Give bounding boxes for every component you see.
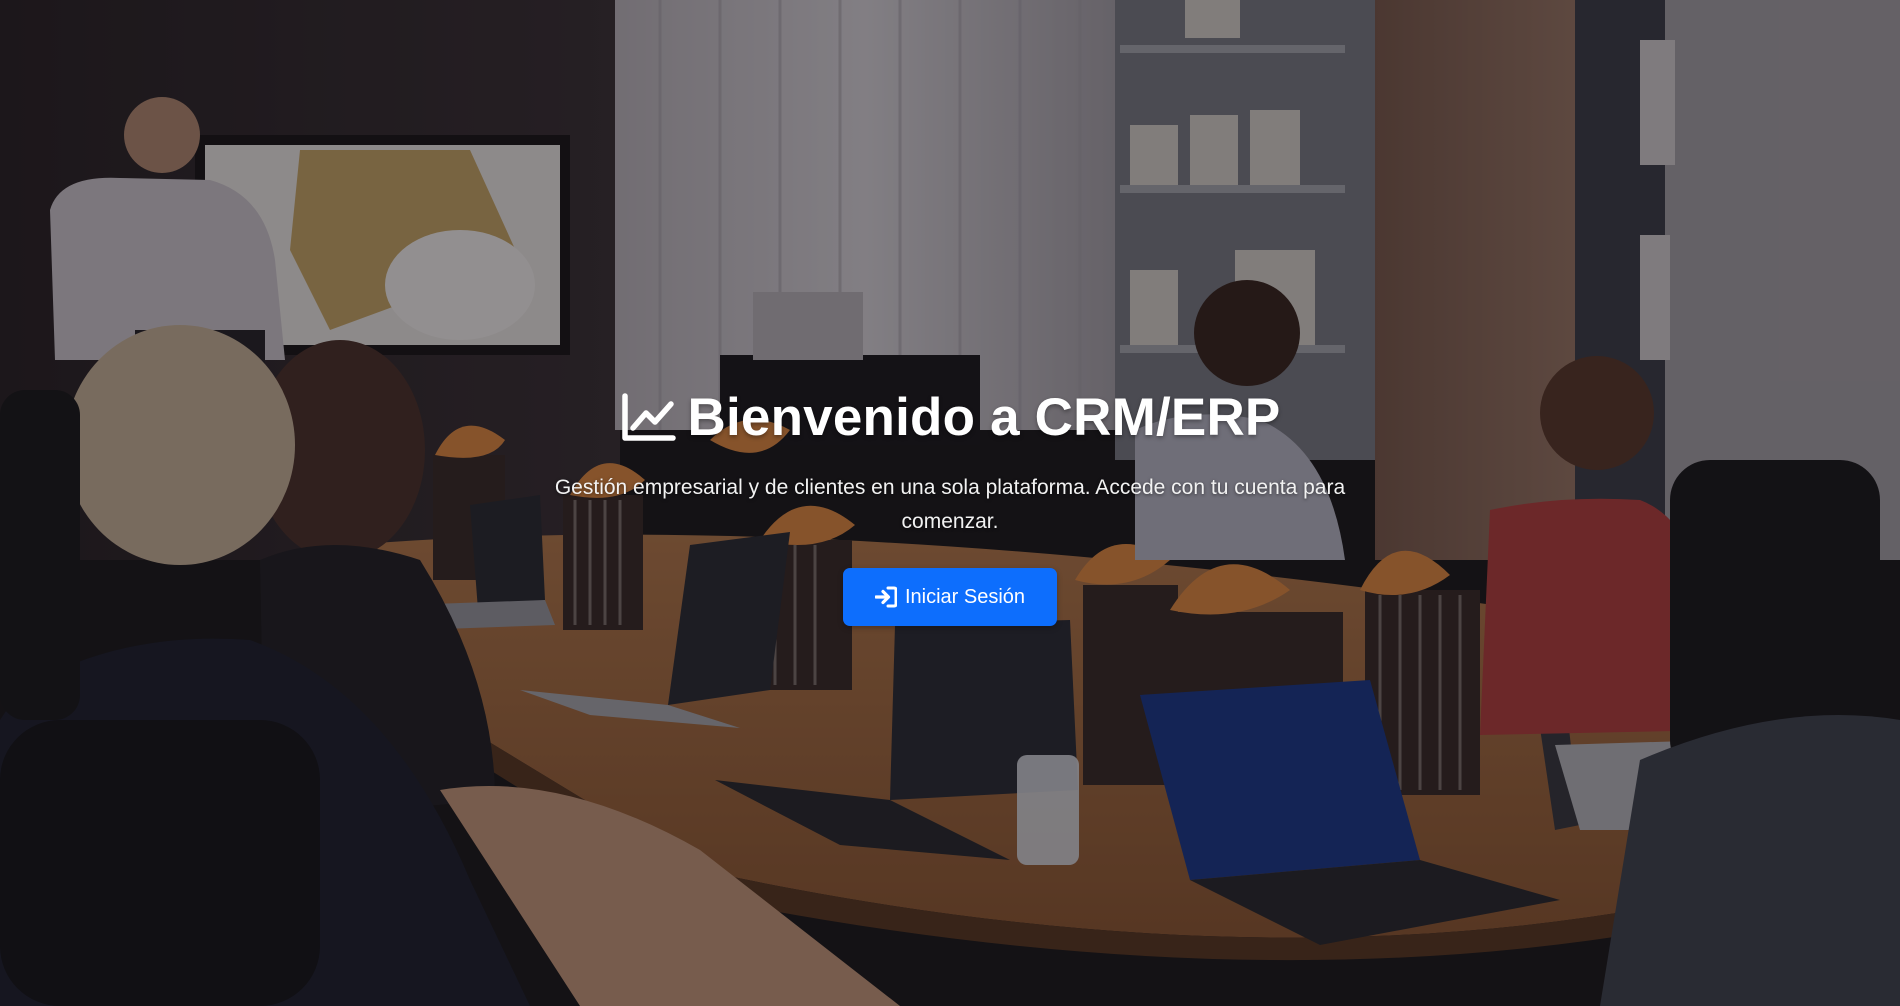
chart-line-icon <box>621 393 676 441</box>
hero-content: Bienvenido a CRM/ERP Gestión empresarial… <box>0 385 1900 626</box>
page-subtitle: Gestión empresarial y de clientes en una… <box>554 476 1346 533</box>
page-title: Bienvenido a CRM/ERP <box>687 388 1281 447</box>
login-button[interactable]: Iniciar Sesión <box>843 568 1057 626</box>
login-button-label: Iniciar Sesión <box>904 585 1026 608</box>
title-row: Bienvenido a CRM/ERP <box>620 385 1281 451</box>
sign-in-icon <box>874 586 897 608</box>
hero-section: Bienvenido a CRM/ERP Gestión empresarial… <box>0 0 1900 1006</box>
